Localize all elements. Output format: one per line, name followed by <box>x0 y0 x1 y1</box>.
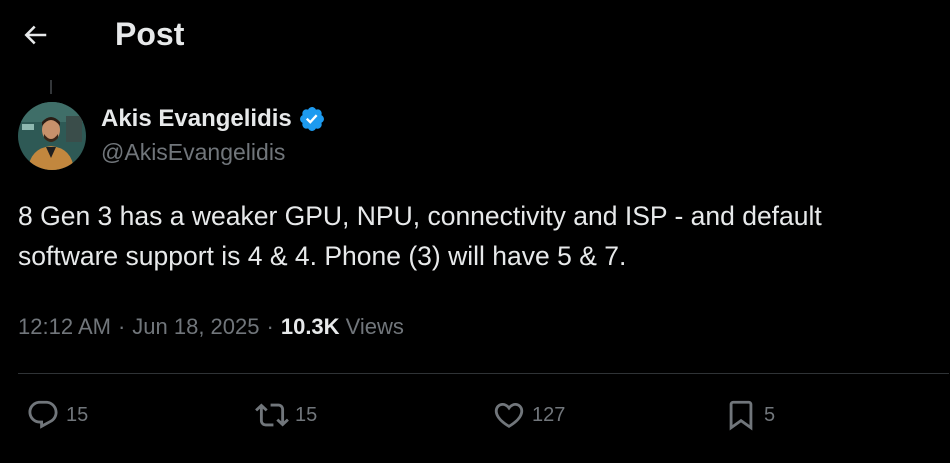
divider <box>18 373 949 374</box>
bookmark-button[interactable]: 5 <box>724 395 775 435</box>
avatar-photo <box>18 102 86 170</box>
bookmark-count: 5 <box>764 403 776 426</box>
back-button[interactable] <box>14 14 56 56</box>
author-name-row: Akis Evangelidis <box>101 102 326 136</box>
post-time[interactable]: 12:12 AM <box>18 314 111 340</box>
reply-button[interactable]: 15 <box>26 395 88 435</box>
views-count[interactable]: 10.3K <box>281 314 340 340</box>
post-header: Post <box>0 0 950 70</box>
page-title: Post <box>115 16 185 52</box>
like-count: 127 <box>532 403 566 426</box>
author-name[interactable]: Akis Evangelidis <box>101 105 292 133</box>
bookmark-icon <box>729 400 753 431</box>
like-button[interactable]: 127 <box>492 395 565 435</box>
post-date[interactable]: Jun 18, 2025 <box>132 314 259 340</box>
meta-separator: · <box>266 314 274 339</box>
author-handle[interactable]: @AkisEvangelidis <box>101 139 285 166</box>
post-meta: 12:12 AM · Jun 18, 2025 · 10.3K Views <box>18 311 404 343</box>
reply-icon <box>28 400 58 429</box>
repost-count: 15 <box>295 403 318 426</box>
thread-connector-line <box>50 80 52 94</box>
repost-icon <box>255 403 289 427</box>
post-text: 8 Gen 3 has a weaker GPU, NPU, connectiv… <box>18 201 822 271</box>
repost-button[interactable]: 15 <box>255 395 317 435</box>
reply-count: 15 <box>66 403 89 426</box>
avatar[interactable] <box>18 102 86 170</box>
heart-icon <box>494 402 524 428</box>
meta-separator: · <box>117 314 126 339</box>
views-label[interactable]: Views <box>346 314 404 340</box>
verified-badge-icon[interactable] <box>298 105 326 133</box>
arrow-left-icon <box>24 25 47 45</box>
